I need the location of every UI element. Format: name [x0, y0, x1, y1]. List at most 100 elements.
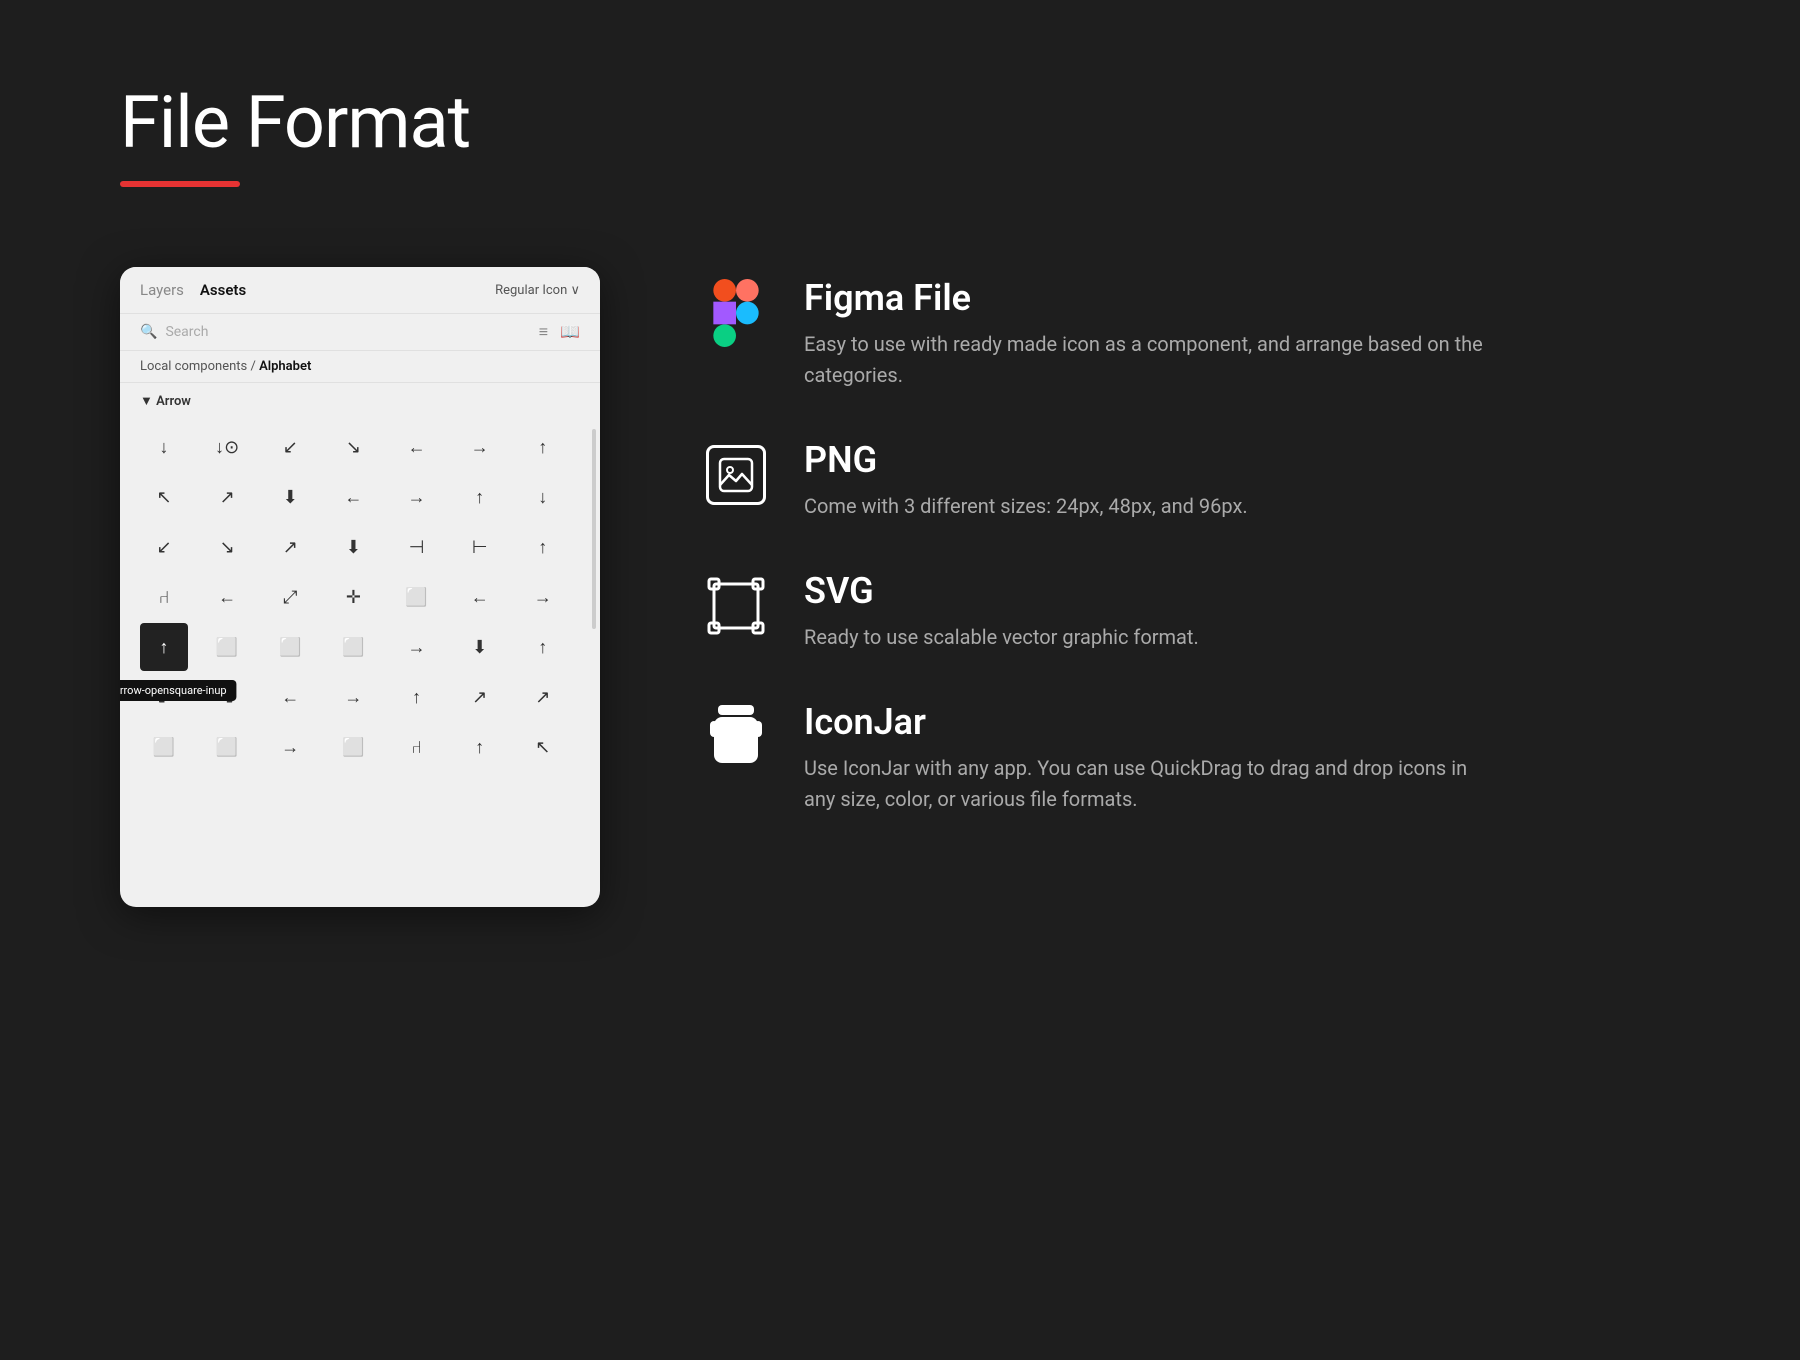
grid-cell[interactable]: ↘	[329, 423, 377, 471]
grid-cell[interactable]: ↘	[203, 673, 251, 721]
title-underline	[120, 181, 240, 187]
panel-tabs: Layers Assets	[140, 281, 246, 299]
format-text-png: PNG Come with 3 different sizes: 24px, 4…	[804, 439, 1680, 522]
search-input[interactable]: Search	[165, 324, 530, 340]
grid-cell[interactable]: ↑	[456, 723, 504, 771]
grid-cell[interactable]: ⬜	[329, 623, 377, 671]
grid-cell-highlighted[interactable]: ↑ sr-arrow-opensquare-inup	[140, 623, 188, 671]
grid-cell[interactable]: ⬜	[203, 623, 251, 671]
iconjar-icon-wrapper	[700, 701, 772, 773]
grid-cell[interactable]: ⊢	[456, 523, 504, 571]
grid-cell[interactable]: ←	[203, 573, 251, 621]
format-title-png: PNG	[804, 439, 1680, 481]
png-icon	[706, 445, 766, 505]
grid-cell[interactable]: ↗	[266, 523, 314, 571]
grid-cell[interactable]: ⬜	[266, 623, 314, 671]
page-header: File Format	[120, 80, 1680, 187]
grid-cell[interactable]: ⬇	[329, 523, 377, 571]
grid-cell[interactable]: ↙	[140, 523, 188, 571]
grid-cell[interactable]: ↗	[519, 673, 567, 721]
format-text-svg: SVG Ready to use scalable vector graphic…	[804, 570, 1680, 653]
search-icon: 🔍	[140, 324, 157, 340]
panel-dropdown[interactable]: Regular Icon ∨	[495, 283, 580, 298]
grid-cell[interactable]: ✛	[329, 573, 377, 621]
grid-cell[interactable]: ↓⊙	[203, 423, 251, 471]
tab-assets[interactable]: Assets	[200, 281, 246, 299]
grid-cell[interactable]: ↑	[519, 523, 567, 571]
grid-cell[interactable]: ⤢	[266, 573, 314, 621]
grid-cell[interactable]: ←	[456, 573, 504, 621]
grid-cell[interactable]: ⬜	[329, 723, 377, 771]
grid-cell[interactable]: ⊣	[393, 523, 441, 571]
content-area: Layers Assets Regular Icon ∨ 🔍 Search ≡ …	[120, 267, 1680, 907]
section-label: ▼ Arrow	[140, 393, 191, 409]
grid-cell[interactable]: →	[393, 473, 441, 521]
svg-format-icon	[704, 574, 768, 638]
page-title: File Format	[120, 80, 1680, 165]
grid-cell[interactable]: →	[329, 673, 377, 721]
png-icon-wrapper	[700, 439, 772, 511]
icon-grid: ↓ ↓⊙ ↙ ↘ ← → ↑ ↖ ↗ ⬇ ← → ↑ ↓ ↙	[120, 419, 600, 775]
svg-icon-wrapper	[700, 570, 772, 642]
panel-scrollbar[interactable]	[592, 429, 596, 629]
breadcrumb-current: Alphabet	[259, 359, 311, 374]
grid-cell[interactable]: ↘	[203, 523, 251, 571]
grid-cell[interactable]: ↗	[203, 473, 251, 521]
grid-cell[interactable]: →	[393, 623, 441, 671]
page: File Format Layers Assets Regular Icon ∨…	[0, 0, 1800, 1360]
grid-cell[interactable]: ⑁	[140, 573, 188, 621]
format-title-figma: Figma File	[804, 277, 1680, 319]
grid-cell[interactable]: ↗	[456, 673, 504, 721]
panel-scroll-container: ↓ ↓⊙ ↙ ↘ ← → ↑ ↖ ↗ ⬇ ← → ↑ ↓ ↙	[120, 419, 600, 775]
figma-logo-wrapper	[700, 277, 772, 349]
grid-cell[interactable]: →	[266, 723, 314, 771]
figma-logo-icon	[710, 279, 762, 347]
grid-cell[interactable]: ↓	[519, 473, 567, 521]
format-item-iconjar: IconJar Use IconJar with any app. You ca…	[700, 701, 1680, 815]
breadcrumb-prefix: Local components /	[140, 359, 256, 374]
grid-cell[interactable]: ↑	[393, 673, 441, 721]
grid-cell[interactable]: ↖	[140, 473, 188, 521]
grid-cell[interactable]: ↑	[456, 473, 504, 521]
book-icon[interactable]: 📖	[560, 322, 580, 342]
panel-search-icons: ≡ 📖	[539, 322, 580, 342]
grid-cell[interactable]: ⑁	[393, 723, 441, 771]
grid-cell[interactable]: ←	[393, 423, 441, 471]
iconjar-logo-icon	[706, 701, 766, 773]
grid-cell[interactable]: →	[519, 573, 567, 621]
format-desc-iconjar: Use IconJar with any app. You can use Qu…	[804, 753, 1484, 815]
image-icon	[718, 457, 754, 493]
format-desc-png: Come with 3 different sizes: 24px, 48px,…	[804, 491, 1484, 522]
panel-section-header: ▼ Arrow	[120, 383, 600, 419]
grid-cell[interactable]: ←	[266, 673, 314, 721]
grid-cell[interactable]: ⬜	[203, 723, 251, 771]
tab-layers[interactable]: Layers	[140, 281, 184, 299]
grid-cell[interactable]: ⬇	[266, 473, 314, 521]
format-title-svg: SVG	[804, 570, 1680, 612]
format-item-png: PNG Come with 3 different sizes: 24px, 4…	[700, 439, 1680, 522]
formats-area: Figma File Easy to use with ready made i…	[700, 267, 1680, 815]
grid-cell[interactable]: ↑	[519, 623, 567, 671]
grid-cell[interactable]: ↑	[519, 423, 567, 471]
grid-cell[interactable]: ⬇	[456, 623, 504, 671]
list-icon[interactable]: ≡	[539, 322, 548, 342]
format-desc-svg: Ready to use scalable vector graphic for…	[804, 622, 1484, 653]
grid-cell[interactable]: ⬜	[140, 723, 188, 771]
panel-header: Layers Assets Regular Icon ∨	[120, 267, 600, 314]
format-text-figma: Figma File Easy to use with ready made i…	[804, 277, 1680, 391]
grid-cell[interactable]: ↙	[140, 673, 188, 721]
format-item-svg: SVG Ready to use scalable vector graphic…	[700, 570, 1680, 653]
grid-cell[interactable]: ↓	[140, 423, 188, 471]
grid-cell[interactable]: →	[456, 423, 504, 471]
format-desc-figma: Easy to use with ready made icon as a co…	[804, 329, 1484, 391]
figma-panel: Layers Assets Regular Icon ∨ 🔍 Search ≡ …	[120, 267, 600, 907]
grid-cell[interactable]: ⬜	[393, 573, 441, 621]
grid-cell[interactable]: ←	[329, 473, 377, 521]
format-text-iconjar: IconJar Use IconJar with any app. You ca…	[804, 701, 1680, 815]
format-item-figma: Figma File Easy to use with ready made i…	[700, 277, 1680, 391]
format-title-iconjar: IconJar	[804, 701, 1680, 743]
grid-cell[interactable]: ↖	[519, 723, 567, 771]
panel-search-row: 🔍 Search ≡ 📖	[120, 314, 600, 351]
panel-breadcrumb: Local components / Alphabet	[120, 351, 600, 383]
grid-cell[interactable]: ↙	[266, 423, 314, 471]
